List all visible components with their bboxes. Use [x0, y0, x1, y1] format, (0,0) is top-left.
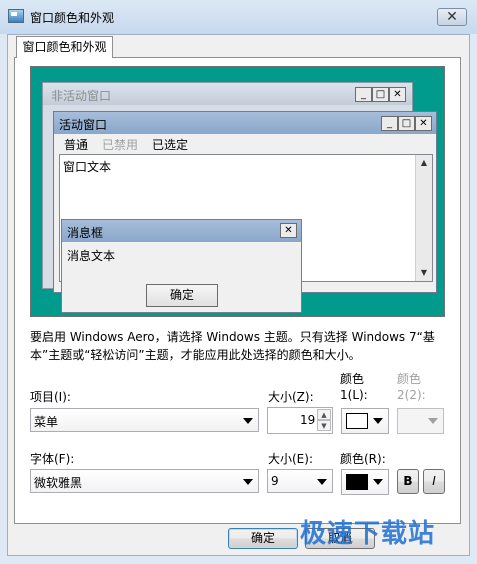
menu-item-normal[interactable]: 普通	[64, 136, 88, 153]
window-text: 窗口文本	[63, 160, 112, 174]
active-window-title: 活动窗口	[59, 118, 108, 132]
item-value: 菜单	[34, 415, 59, 429]
message-box-preview[interactable]: 消息框 ✕ 消息文本 确定	[61, 219, 302, 313]
display-settings-icon	[8, 9, 24, 23]
color2-picker[interactable]	[397, 408, 444, 434]
color1-picker[interactable]	[341, 408, 389, 434]
colorR-swatch	[346, 474, 368, 490]
message-box-title-bar[interactable]: 消息框 ✕	[62, 220, 301, 242]
tab-window-color[interactable]: 窗口颜色和外观	[16, 36, 113, 58]
minimize-icon: _	[355, 87, 372, 102]
color1-label-line2: 1(L):	[340, 388, 368, 402]
spin-up-icon[interactable]: ▲	[317, 409, 331, 420]
watermark-logo: 极速下载站	[300, 519, 436, 549]
font-select[interactable]: 微软雅黑	[30, 469, 259, 493]
menu-item-selected[interactable]: 已选定	[152, 136, 188, 153]
chevron-down-icon	[243, 479, 253, 485]
window-title: 窗口颜色和外观	[30, 11, 115, 25]
close-icon: ✕	[280, 223, 297, 238]
size1-value: 19	[300, 413, 316, 427]
chevron-down-icon	[373, 418, 383, 424]
scroll-up-icon[interactable]: ▲	[416, 155, 432, 171]
minimize-icon: _	[381, 116, 398, 131]
bold-button[interactable]: B	[397, 469, 419, 494]
color1-label-line1: 颜色	[340, 372, 365, 386]
font-value: 微软雅黑	[34, 476, 83, 490]
chevron-down-icon	[428, 418, 438, 424]
italic-button[interactable]: I	[423, 469, 445, 494]
chevron-down-icon	[243, 418, 253, 424]
scrollbar[interactable]: ▲ ▼	[415, 155, 432, 281]
maximize-icon: □	[398, 116, 415, 131]
preview-menu-bar[interactable]: 普通 已禁用 已选定	[54, 134, 436, 154]
spin-down-icon[interactable]: ▼	[317, 420, 331, 431]
close-icon: ✕	[389, 87, 406, 102]
inactive-window-title: 非活动窗口	[51, 89, 112, 103]
message-text: 消息文本	[67, 249, 116, 263]
size2-value: 9	[271, 474, 279, 488]
message-ok-button[interactable]: 确定	[146, 284, 218, 307]
colorR-label: 颜色(R):	[340, 452, 386, 466]
menu-item-disabled[interactable]: 已禁用	[102, 136, 138, 153]
colorR-picker[interactable]	[341, 469, 389, 495]
maximize-icon: □	[372, 87, 389, 102]
close-icon: ✕	[415, 116, 432, 131]
chevron-down-icon	[373, 479, 383, 485]
size2-label: 大小(E):	[268, 452, 313, 466]
size2-select[interactable]: 9	[267, 469, 333, 493]
message-box-title: 消息框	[67, 226, 104, 240]
chevron-down-icon	[317, 479, 327, 485]
size1-stepper[interactable]: 19 ▲ ▼	[267, 407, 333, 434]
item-select[interactable]: 菜单	[30, 408, 259, 432]
color2-label-line1: 颜色	[397, 372, 422, 386]
scroll-down-icon[interactable]: ▼	[416, 265, 432, 281]
active-title-bar[interactable]: 活动窗口 _ □ ✕	[54, 112, 436, 134]
aero-note: 要启用 Windows Aero，请选择 Windows 主题。只有选择 Win…	[30, 330, 435, 362]
item-label: 项目(I):	[30, 390, 71, 404]
color2-label-line2: 2(2):	[397, 388, 426, 402]
close-button[interactable]: ✕	[437, 8, 467, 26]
ok-button[interactable]: 确定	[228, 528, 298, 549]
size1-label: 大小(Z):	[268, 390, 314, 404]
inactive-title-bar[interactable]: 非活动窗口 _ □ ✕	[43, 83, 412, 105]
font-label: 字体(F):	[30, 452, 75, 466]
color1-swatch	[346, 413, 368, 429]
